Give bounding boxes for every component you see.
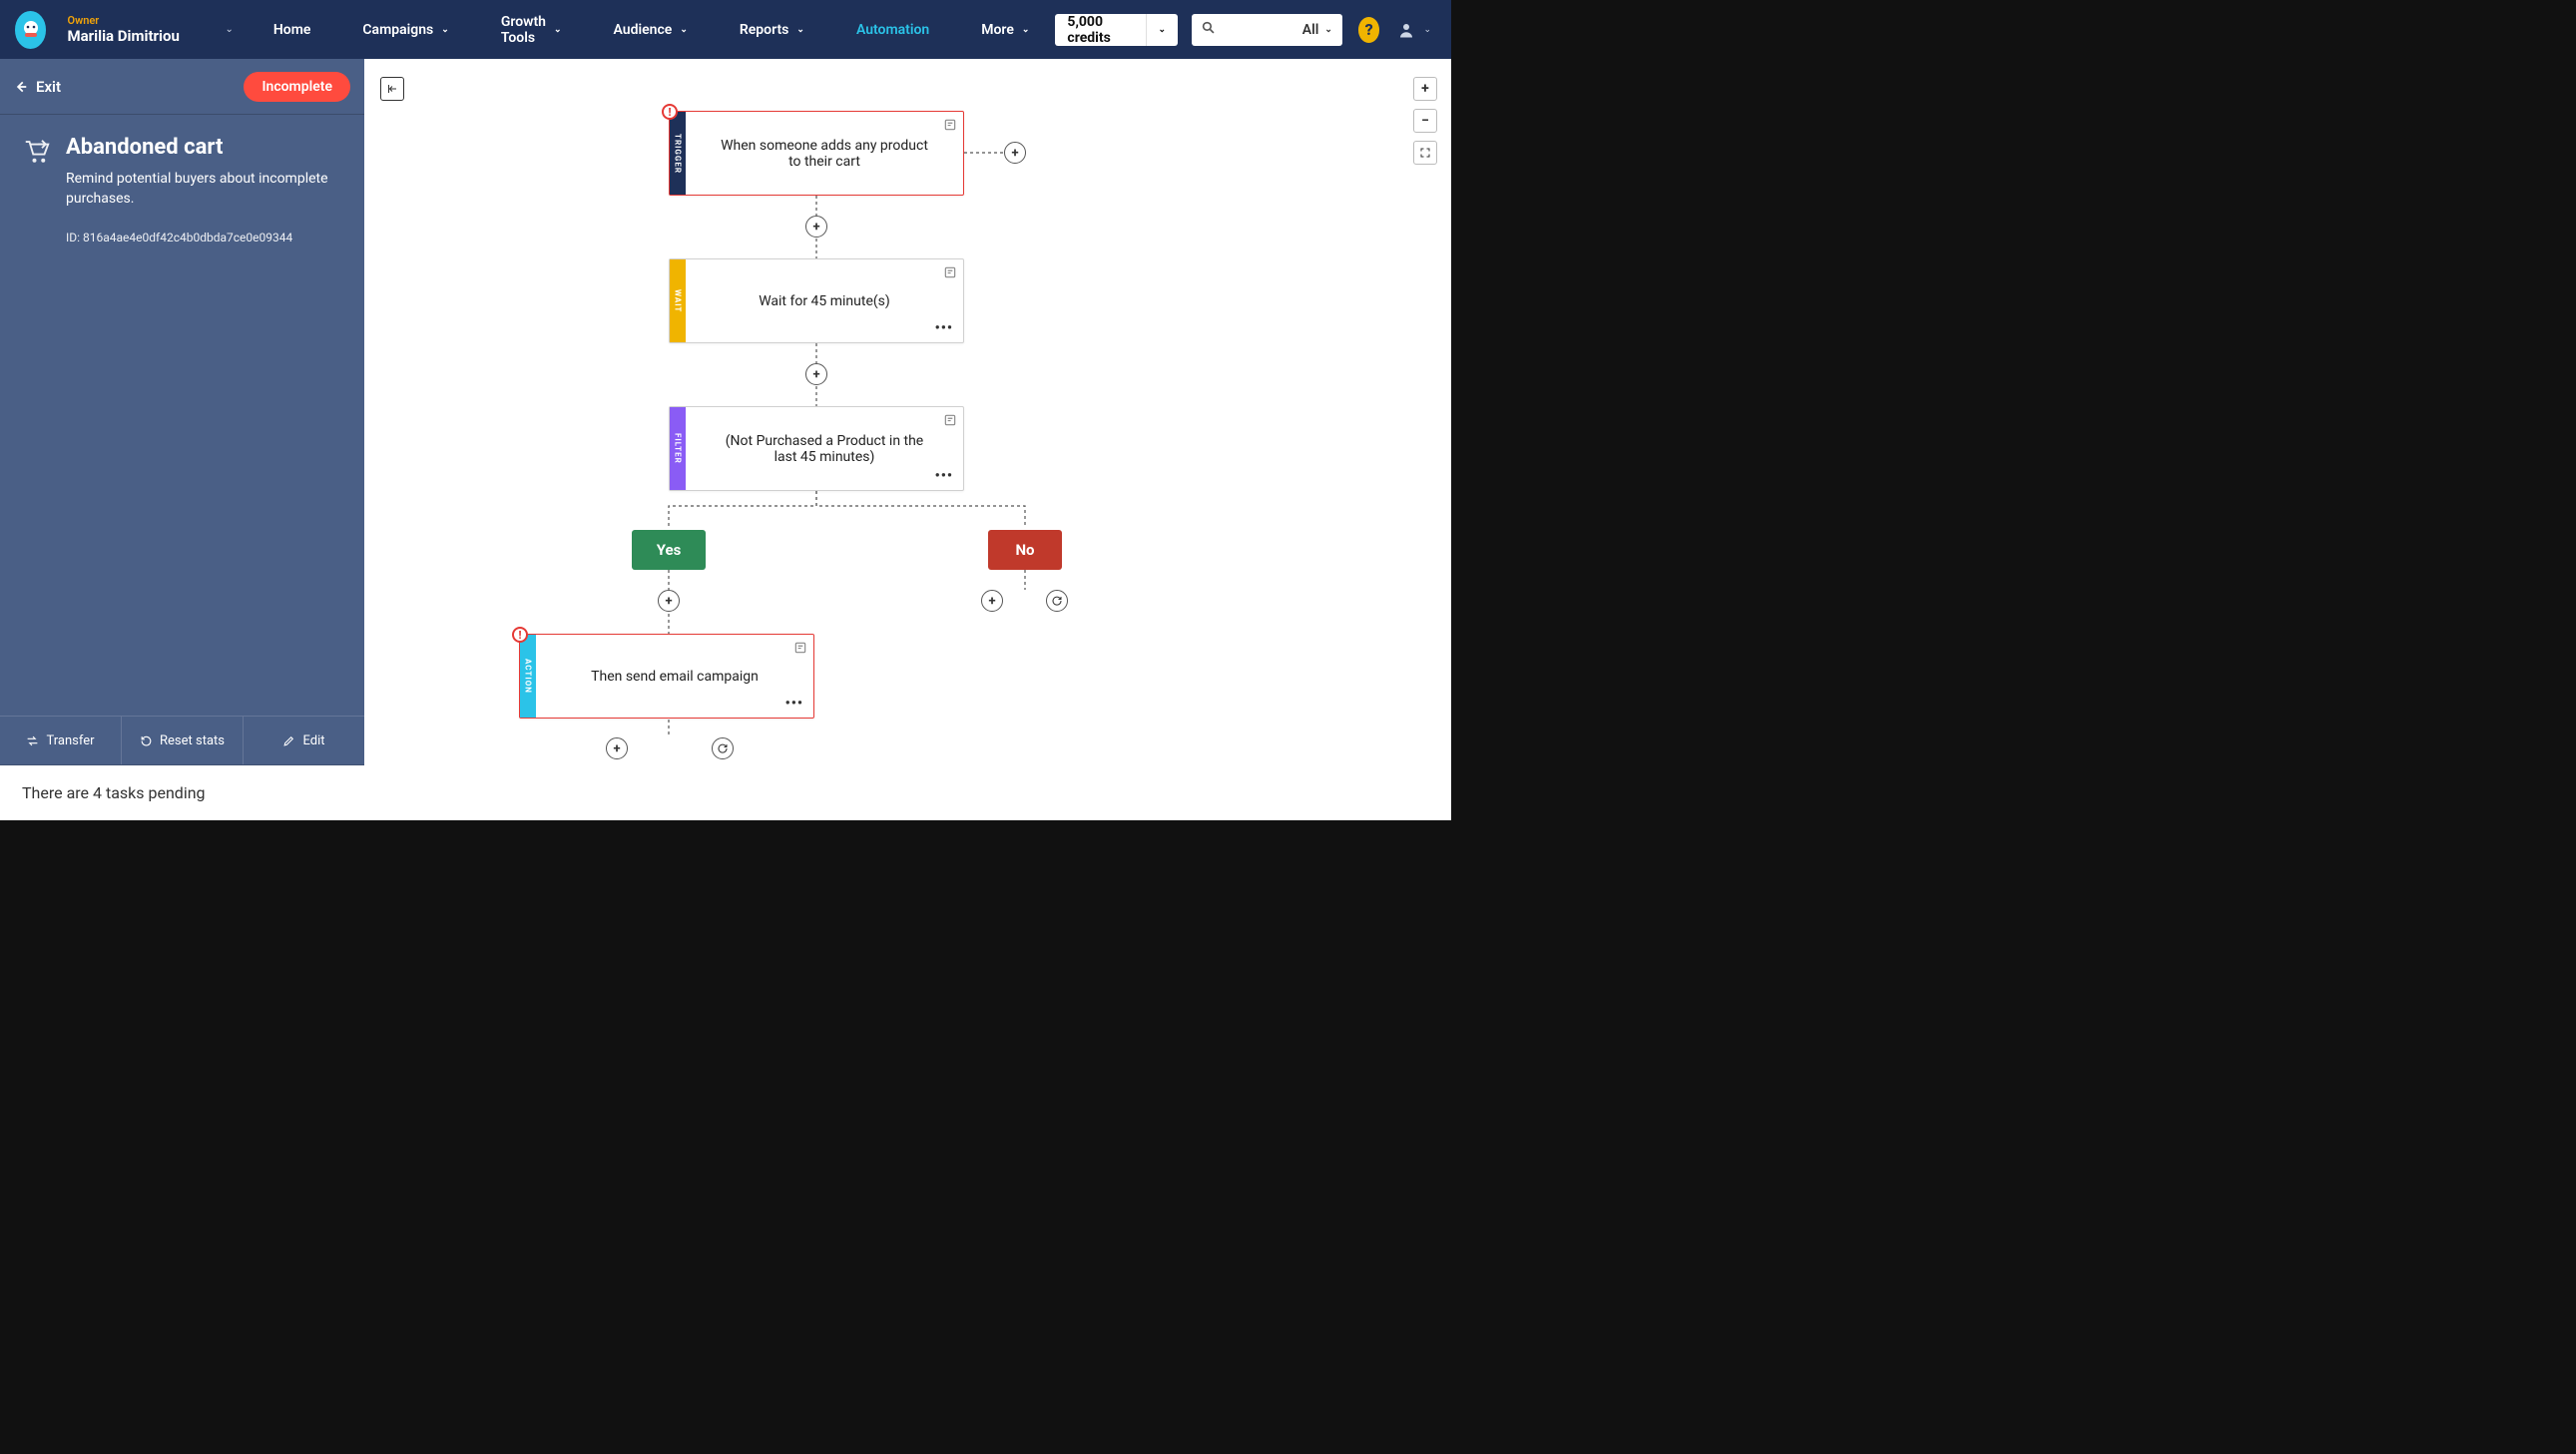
node-filter-text: (Not Purchased a Product in the last 45 …	[714, 433, 935, 465]
chevron-down-icon: ⌄	[1324, 25, 1332, 35]
branch-no[interactable]: No	[988, 530, 1062, 570]
workflow-description: Remind potential buyers about incomplete…	[66, 170, 335, 209]
nav-home[interactable]: Home	[248, 0, 337, 59]
pencil-icon	[282, 734, 295, 747]
branch-yes[interactable]: Yes	[632, 530, 706, 570]
zoom-out-button[interactable]: −	[1413, 109, 1437, 133]
reset-icon	[140, 734, 153, 747]
alert-icon: !	[662, 104, 678, 120]
node-wait[interactable]: WAIT Wait for 45 minute(s) •••	[669, 258, 964, 343]
chevron-down-icon: ⌄	[1158, 25, 1166, 35]
search-bar[interactable]: All⌄	[1192, 14, 1342, 46]
nav-reports[interactable]: Reports⌄	[714, 0, 830, 59]
loop-button[interactable]	[712, 737, 734, 759]
workflow-id: ID: 816a4ae4e0df42c4b0dbda7ce0e09344	[66, 231, 335, 244]
top-nav: Owner Marilia Dimitriou ⌄ Home Campaigns…	[0, 0, 1451, 59]
redo-icon	[717, 742, 729, 754]
arrow-left-icon	[14, 80, 28, 94]
credits-label: 5,000 credits	[1067, 14, 1129, 46]
owner-selector[interactable]: Owner Marilia Dimitriou	[61, 14, 211, 45]
zoom-in-button[interactable]: +	[1413, 77, 1437, 101]
add-step-button[interactable]: +	[606, 737, 628, 759]
node-menu-button[interactable]: •••	[785, 696, 803, 712]
edit-button[interactable]: Edit	[244, 717, 364, 764]
note-icon[interactable]	[943, 265, 957, 283]
node-wait-text: Wait for 45 minute(s)	[759, 293, 890, 309]
pending-tasks: There are 4 tasks pending	[0, 765, 364, 820]
chevron-down-icon: ⌄	[1423, 25, 1431, 35]
chevron-down-icon: ⌄	[680, 25, 688, 35]
nav-campaigns[interactable]: Campaigns⌄	[336, 0, 474, 59]
node-trigger[interactable]: ! TRIGGER When someone adds any product …	[669, 111, 964, 196]
node-action-text: Then send email campaign	[591, 669, 759, 685]
collapse-icon	[386, 83, 398, 95]
credits-button[interactable]: 5,000 credits ⌄	[1055, 14, 1178, 46]
note-icon[interactable]	[943, 118, 957, 136]
side-panel: Exit Incomplete Abandoned cart Remind po…	[0, 59, 364, 820]
side-panel-header: Exit Incomplete	[0, 59, 364, 115]
side-actions: Transfer Reset stats Edit	[0, 716, 364, 765]
cart-icon	[22, 137, 52, 167]
zoom-controls: + −	[1413, 77, 1437, 165]
status-badge: Incomplete	[244, 72, 350, 102]
search-filter[interactable]: All⌄	[1302, 22, 1332, 38]
main-nav: Home Campaigns⌄ Growth Tools⌄ Audience⌄ …	[248, 0, 1056, 59]
search-icon	[1202, 21, 1215, 38]
owner-name: Marilia Dimitriou	[67, 27, 205, 45]
alert-icon: !	[512, 627, 528, 643]
user-menu[interactable]: ⌄	[1397, 21, 1451, 39]
monkey-icon	[19, 18, 43, 42]
add-step-button[interactable]: +	[658, 590, 680, 612]
transfer-button[interactable]: Transfer	[0, 717, 122, 764]
node-menu-button[interactable]: •••	[935, 468, 953, 484]
node-trigger-text: When someone adds any product to their c…	[714, 138, 935, 170]
nav-growth-tools[interactable]: Growth Tools⌄	[475, 0, 588, 59]
exit-button[interactable]: Exit	[14, 78, 61, 96]
add-step-button[interactable]: +	[805, 216, 827, 238]
note-icon[interactable]	[793, 641, 807, 659]
node-menu-button[interactable]: •••	[935, 320, 953, 336]
workflow-title: Abandoned cart	[66, 135, 335, 160]
owner-caret-icon[interactable]: ⌄	[211, 24, 247, 35]
nav-audience[interactable]: Audience⌄	[588, 0, 714, 59]
chevron-down-icon: ⌄	[796, 25, 804, 35]
add-branch-button[interactable]: +	[1004, 142, 1026, 164]
node-action[interactable]: ! ACTION Then send email campaign •••	[519, 634, 814, 719]
chevron-down-icon: ⌄	[1022, 25, 1030, 35]
node-filter[interactable]: FILTER (Not Purchased a Product in the l…	[669, 406, 964, 491]
chevron-down-icon: ⌄	[441, 25, 449, 35]
app-logo	[15, 11, 46, 49]
add-step-button[interactable]: +	[981, 590, 1003, 612]
owner-label: Owner	[67, 14, 205, 27]
workflow-info: Abandoned cart Remind potential buyers a…	[0, 115, 364, 274]
expand-icon	[1419, 147, 1431, 159]
redo-icon	[1051, 595, 1063, 607]
user-icon	[1397, 21, 1415, 39]
flow-canvas[interactable]: + − ! TRIGGER When someone adds any	[364, 59, 1451, 820]
chevron-down-icon: ⌄	[554, 25, 562, 35]
help-button[interactable]: ?	[1358, 17, 1380, 43]
nav-automation[interactable]: Automation	[830, 0, 955, 59]
add-step-button[interactable]: +	[805, 363, 827, 385]
note-icon[interactable]	[943, 413, 957, 431]
reset-stats-button[interactable]: Reset stats	[122, 717, 244, 764]
collapse-sidebar-button[interactable]	[380, 77, 404, 101]
fullscreen-button[interactable]	[1413, 141, 1437, 165]
nav-more[interactable]: More⌄	[955, 0, 1055, 59]
loop-button[interactable]	[1046, 590, 1068, 612]
transfer-icon	[26, 734, 39, 747]
